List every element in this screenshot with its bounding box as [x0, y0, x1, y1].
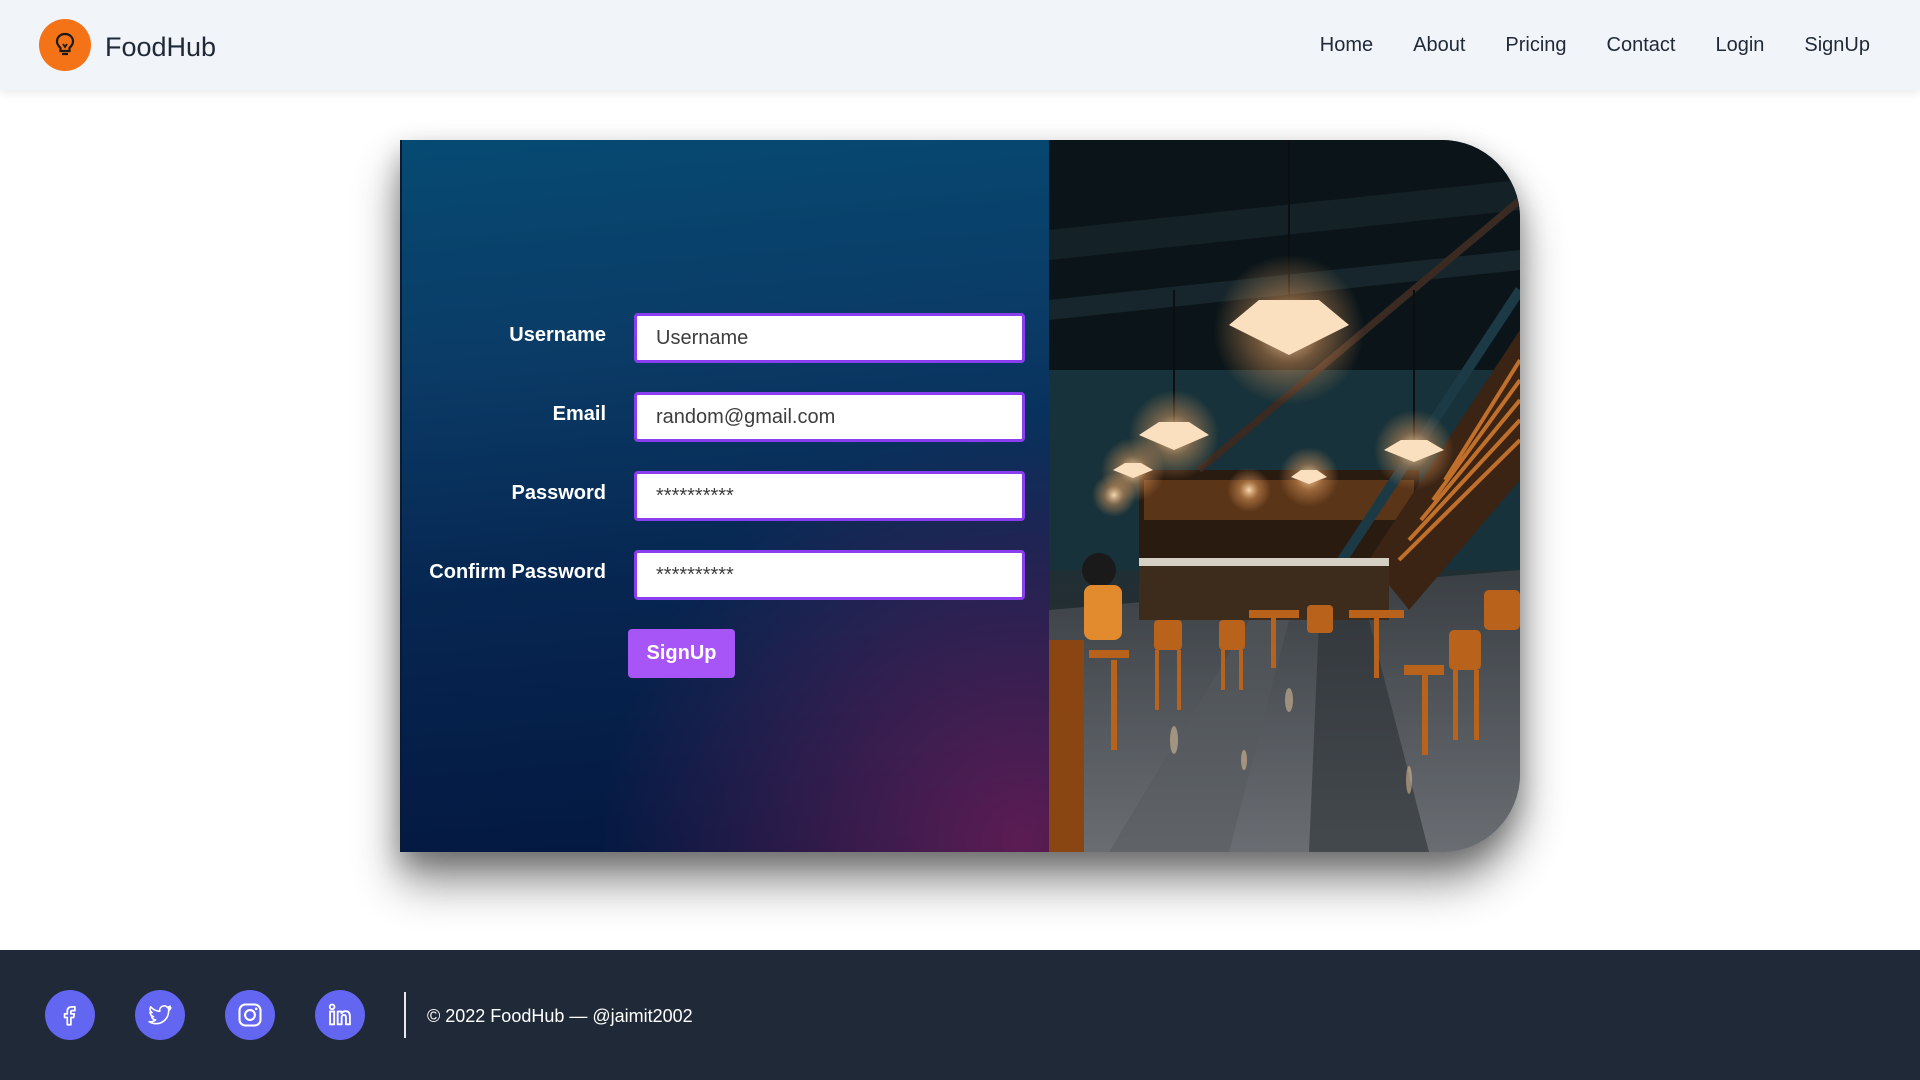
- nav-signup[interactable]: SignUp: [1804, 30, 1870, 60]
- password-label: Password: [511, 482, 606, 504]
- restaurant-illustration: [1049, 140, 1520, 852]
- twitter-icon: [148, 1005, 172, 1025]
- instagram-link[interactable]: [225, 990, 275, 1040]
- password-row: Password: [402, 471, 1051, 521]
- confirm-password-row: Confirm Password: [402, 550, 1051, 600]
- copyright-text: © 2022 FoodHub — @jaimit2002: [427, 1006, 693, 1026]
- facebook-icon: [63, 1006, 76, 1026]
- twitter-link[interactable]: [135, 990, 185, 1040]
- confirm-password-label: Confirm Password: [429, 561, 606, 583]
- lightbulb-icon: [55, 32, 75, 56]
- signup-card: Username Email Password Confirm Password…: [400, 140, 1520, 852]
- confirm-password-input[interactable]: [634, 550, 1025, 600]
- username-row: Username: [402, 313, 1051, 363]
- linkedin-icon: [328, 1003, 351, 1026]
- main-nav: Home About Pricing Contact Login SignUp: [1280, 30, 1870, 60]
- footer-divider: [404, 992, 406, 1038]
- nav-about[interactable]: About: [1413, 30, 1465, 60]
- nav-home[interactable]: Home: [1320, 30, 1373, 60]
- email-label: Email: [552, 403, 606, 425]
- username-input[interactable]: [634, 313, 1025, 363]
- email-row: Email: [402, 392, 1051, 442]
- brand-name[interactable]: FoodHub: [105, 31, 216, 63]
- linkedin-link[interactable]: [315, 990, 365, 1040]
- nav-pricing[interactable]: Pricing: [1505, 30, 1566, 60]
- signup-form: Username Email Password Confirm Password…: [400, 140, 1049, 852]
- signup-button[interactable]: SignUp: [628, 629, 735, 678]
- email-input[interactable]: [634, 392, 1025, 442]
- footer: © 2022 FoodHub — @jaimit2002: [0, 950, 1920, 1080]
- password-input[interactable]: [634, 471, 1025, 521]
- username-label: Username: [509, 324, 606, 346]
- nav-login[interactable]: Login: [1715, 30, 1764, 60]
- nav-contact[interactable]: Contact: [1607, 30, 1676, 60]
- top-navbar: FoodHub Home About Pricing Contact Login…: [0, 0, 1920, 90]
- restaurant-photo: [1049, 140, 1520, 852]
- brand-logo[interactable]: [39, 19, 91, 71]
- facebook-link[interactable]: [45, 990, 95, 1040]
- instagram-icon: [238, 1003, 262, 1027]
